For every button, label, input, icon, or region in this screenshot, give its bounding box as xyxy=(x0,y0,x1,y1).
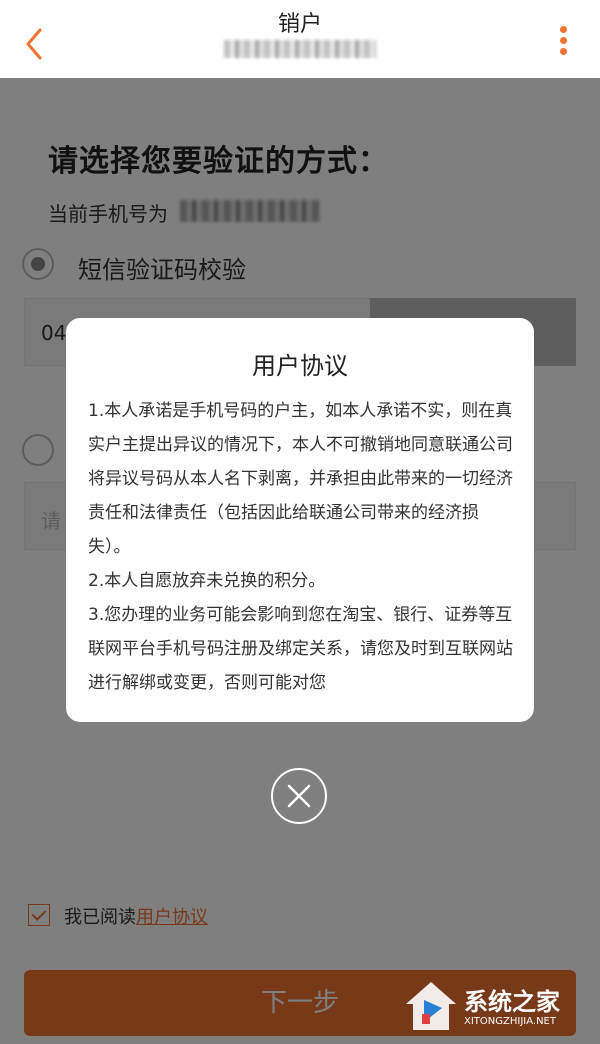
close-icon xyxy=(287,784,311,808)
agreement-modal: 用户协议 1.本人承诺是手机号码的户主，如本人承诺不实，则在真实户主提出异议的情… xyxy=(66,318,534,722)
close-modal-button[interactable] xyxy=(271,768,327,824)
agreement-paragraph: 3.您办理的业务可能会影响到您在淘宝、银行、证券等互联网平台手机号码注册及绑定关… xyxy=(88,605,513,693)
agreement-paragraph: 2.本人自愿放弃未兑换的积分。 xyxy=(88,571,326,591)
more-button[interactable] xyxy=(556,26,570,62)
agreement-paragraph: 1.本人承诺是手机号码的户主，如本人承诺不实，则在真实户主提出异议的情况下，本人… xyxy=(88,401,513,557)
blurred-subtitle xyxy=(224,40,376,58)
watermark-text: 系统之家 xyxy=(464,988,560,1016)
watermark: 系统之家 XITONGZHIJIA.NET xyxy=(402,976,592,1038)
house-logo-icon xyxy=(406,982,456,1030)
modal-title: 用户协议 xyxy=(252,352,348,380)
modal-body: 1.本人承诺是手机号码的户主，如本人承诺不实，则在真实户主提出异议的情况下，本人… xyxy=(88,394,516,700)
watermark-url: XITONGZHIJIA.NET xyxy=(464,1016,556,1027)
vertical-dots-icon xyxy=(559,26,567,33)
header: 销户 xyxy=(0,0,600,78)
page-title: 销户 xyxy=(277,12,322,37)
